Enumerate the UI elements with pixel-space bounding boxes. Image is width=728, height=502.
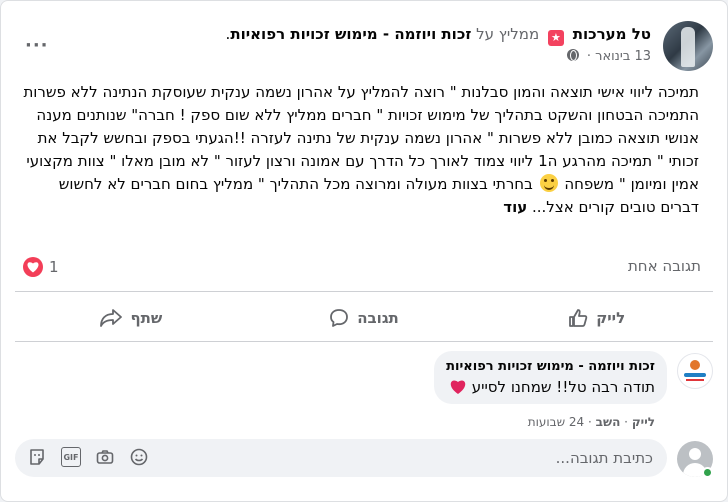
comment-time[interactable]: 24 שבועות (528, 415, 584, 429)
commenter-avatar[interactable] (677, 353, 713, 389)
post-header: טל מערכות ★ ממליץ על זכות ויוזמה - מימוש… (15, 15, 713, 71)
comment-like-link[interactable]: לייק (632, 415, 655, 429)
post-line: משפחה (564, 175, 615, 193)
comment-reply-link[interactable]: השב (596, 415, 621, 429)
post-line: בחרתי בצוות מעולה ומרוצה מכל התהליך " ממ… (58, 175, 533, 193)
comment-input[interactable] (353, 439, 653, 477)
emoji-icon[interactable] (129, 447, 149, 467)
post-date[interactable]: 13 בינואר (595, 49, 651, 64)
action-bar: שתף תגובה לייק (15, 295, 713, 341)
red-heart-icon (450, 380, 466, 394)
comment-text: תודה רבה טל!! שמחנו לסייע (446, 378, 655, 396)
comment-bubble: זכות ויוזמה - מימוש זכויות רפואיות תודה … (434, 351, 667, 404)
separator: · (624, 415, 628, 429)
separator: · (588, 415, 592, 429)
divider (15, 341, 713, 342)
comment-label: תגובה (357, 309, 399, 327)
heart-reaction-icon (23, 257, 43, 277)
author-avatar[interactable] (663, 21, 713, 71)
comment-item: זכות ויוזמה - מימוש זכויות רפואיות תודה … (15, 351, 713, 441)
comments-count[interactable]: תגובה אחת (628, 257, 701, 275)
online-status-icon (702, 467, 713, 478)
camera-icon[interactable] (95, 447, 115, 467)
comment-actions: לייק · השב · 24 שבועות (528, 415, 655, 429)
divider (15, 291, 713, 292)
gif-icon[interactable]: GIF (61, 447, 81, 467)
post-meta: 13 בינואר · (566, 49, 651, 64)
post-line: דברים טובים קורים אצל... (532, 198, 699, 216)
share-label: שתף (130, 309, 163, 327)
star-recommend-icon: ★ (547, 30, 564, 46)
page-name[interactable]: זכות ויוזמה - מימוש זכויות רפואיות (230, 25, 471, 43)
see-more-link[interactable]: עוד (503, 198, 527, 216)
author-name[interactable]: טל מערכות (573, 25, 651, 43)
author-line: טל מערכות ★ ממליץ על זכות ויוזמה - מימוש… (225, 25, 651, 46)
composer-icons: GIF (27, 447, 149, 467)
comment-button[interactable]: תגובה (248, 295, 481, 341)
share-icon (100, 309, 123, 327)
recommends-word: ממליץ על (476, 25, 540, 43)
comment-text-content: תודה רבה טל!! שמחנו לסייע (471, 378, 655, 396)
comment-icon (330, 309, 349, 327)
share-button[interactable]: שתף (15, 295, 248, 341)
like-icon (569, 309, 588, 327)
post-card: טל מערכות ★ ממליץ על זכות ויוזמה - מימוש… (0, 0, 728, 502)
comment-author[interactable]: זכות ויוזמה - מימוש זכויות רפואיות (446, 359, 655, 374)
smile-emoji-icon (539, 174, 558, 192)
comment-input-box[interactable]: GIF (15, 439, 667, 477)
sticker-icon[interactable] (27, 447, 47, 467)
reaction-count: 1 (49, 258, 59, 276)
comment-composer: GIF (15, 439, 713, 479)
post-line: תמיכה ליווי אישי תוצאה והמון סבלנות " רו… (152, 83, 699, 101)
post-stats: תגובה אחת 1 (23, 257, 701, 279)
like-button[interactable]: לייק (480, 295, 713, 341)
more-options-button[interactable]: ··· (25, 35, 49, 56)
post-text: תמיכה ליווי אישי תוצאה והמון סבלנות " רו… (19, 81, 699, 219)
reaction-summary[interactable]: 1 (23, 257, 59, 277)
globe-icon (566, 49, 579, 61)
like-label: לייק (596, 309, 626, 327)
